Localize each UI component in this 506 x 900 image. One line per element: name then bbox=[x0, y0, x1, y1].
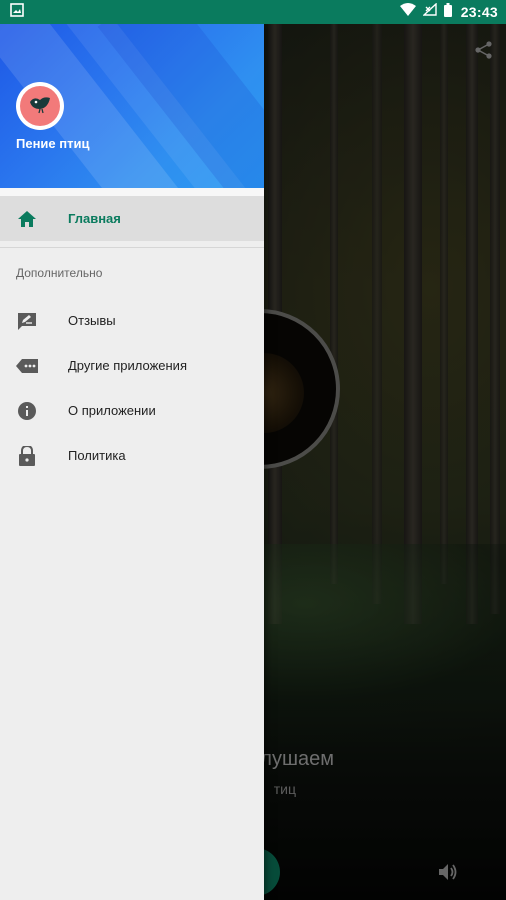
drawer-header: Пение птиц bbox=[0, 24, 264, 188]
menu-item-label: Главная bbox=[68, 211, 121, 226]
menu-item-label: Отзывы bbox=[68, 313, 116, 328]
cell-signal-icon bbox=[421, 2, 437, 21]
app-avatar bbox=[16, 82, 64, 130]
menu-item-policy[interactable]: Политика bbox=[0, 433, 264, 478]
menu-item-feedback[interactable]: Отзывы bbox=[0, 298, 264, 343]
wifi-icon bbox=[399, 3, 416, 21]
image-notification-icon bbox=[10, 2, 24, 22]
app-name: Пение птиц bbox=[16, 136, 90, 151]
section-title: Дополнительно bbox=[16, 266, 103, 280]
status-time: 23:43 bbox=[460, 4, 498, 20]
navigation-drawer: Пение птиц Главная Дополнительно Отзывы … bbox=[0, 24, 264, 900]
lock-icon bbox=[16, 445, 38, 467]
info-icon bbox=[16, 400, 38, 422]
more-apps-icon bbox=[16, 355, 38, 377]
home-icon bbox=[16, 208, 38, 230]
menu-item-label: Политика bbox=[68, 448, 126, 463]
menu-item-home[interactable]: Главная bbox=[0, 196, 264, 241]
bird-icon bbox=[28, 94, 52, 119]
status-bar: 23:43 bbox=[0, 0, 506, 24]
battery-icon bbox=[443, 2, 452, 22]
feedback-icon bbox=[16, 310, 38, 332]
menu-item-other-apps[interactable]: Другие приложения bbox=[0, 343, 264, 388]
menu-item-label: Другие приложения bbox=[68, 358, 187, 373]
menu-item-about[interactable]: О приложении bbox=[0, 388, 264, 433]
menu-item-label: О приложении bbox=[68, 403, 156, 418]
